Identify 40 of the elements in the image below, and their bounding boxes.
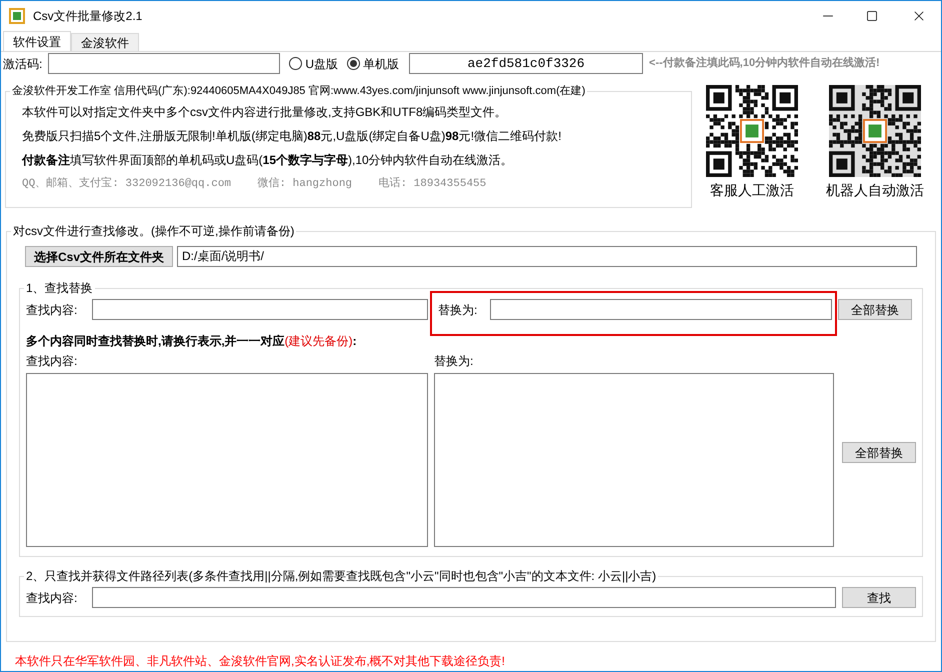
- replace-all-button[interactable]: 全部替换: [842, 442, 916, 463]
- choose-folder-button[interactable]: 选择Csv文件所在文件夹: [25, 246, 174, 267]
- qr-caption: 客服人工激活: [710, 181, 794, 200]
- replace-field[interactable]: [490, 299, 832, 320]
- find-field[interactable]: [92, 299, 428, 320]
- replace-all-button[interactable]: 全部替换: [838, 299, 912, 320]
- disclaimer-text: 本软件只在华军软件园、非凡软件站、金浚软件官网,实名认证发布,概不对其他下载途径负责!: [15, 653, 506, 670]
- replace-list-field[interactable]: [434, 373, 834, 547]
- maximize-icon[interactable]: [866, 10, 878, 22]
- main-legend: 对csv文件进行查找修改。(操作不可逆,操作前请备份): [11, 222, 296, 240]
- replace-label: 替换为:: [434, 353, 474, 370]
- find-replace-legend: 1、查找替换: [24, 279, 95, 297]
- info-text: 付款备注填写软件界面顶部的单机码或U盘码(15个数字与字母),10分钟内软件自动在线激活。: [22, 152, 514, 168]
- radio-label: U盘版: [305, 56, 338, 72]
- find-label: 查找内容:: [26, 302, 78, 318]
- find-label: 查找内容:: [26, 590, 78, 606]
- tab[interactable]: 金浚软件: [71, 33, 139, 51]
- activation-note: <--付款备注填此码,10分钟内软件自动在线激活!: [649, 56, 880, 72]
- info-text: 免费版只扫描5个文件,注册版无限制!单机版(绑定电脑)88元,U盘版(绑定自备U盘)98元!微信二维码付款!: [22, 128, 562, 144]
- tab[interactable]: 软件设置: [3, 31, 71, 51]
- search-button[interactable]: 查找: [842, 587, 916, 608]
- info-legend: 金浚软件开发工作室 信用代码(广东):92440605MA4X049J85 官网:www.43yes.com/jinjunsoft www.jinjunsoft.com(在建): [10, 83, 588, 100]
- qr-caption: 机器人自动激活: [826, 181, 924, 200]
- find-list-field[interactable]: [26, 373, 428, 547]
- radio-button[interactable]: [289, 57, 302, 70]
- window-title: Csv文件批量修改2.1: [33, 8, 142, 25]
- machine-code-field[interactable]: ae2fd581c0f3326: [409, 53, 644, 74]
- activation-label: 激活码:: [3, 56, 42, 72]
- activation-field[interactable]: [48, 53, 280, 74]
- find-label: 查找内容:: [26, 353, 78, 370]
- app-icon: [9, 8, 25, 24]
- folder-path-field[interactable]: D:/桌面/说明书/: [177, 246, 917, 267]
- replace-label: 替换为:: [438, 302, 478, 318]
- radio-button[interactable]: [347, 57, 360, 70]
- path-search-field[interactable]: [92, 587, 836, 608]
- radio-label: 单机版: [363, 56, 400, 72]
- info-text: 本软件可以对指定文件夹中多个csv文件内容进行批量修改,支持GBK和UTF8编码类型文件。: [22, 104, 508, 120]
- multi-replace-note: 多个内容同时查找替换时,请换行表示,并一一对应(建议先备份):: [26, 333, 358, 350]
- contact-text: QQ、邮箱、支付宝: 332092136@qq.com 微信: hangzhong 电话: 18934355455: [22, 176, 488, 192]
- path-search-legend: 2、只查找并获得文件路径列表(多条件查找用||分隔,例如需要查找既包含"小云"同时也包含"小吉"的文本文件: 小云||小吉): [24, 567, 658, 585]
